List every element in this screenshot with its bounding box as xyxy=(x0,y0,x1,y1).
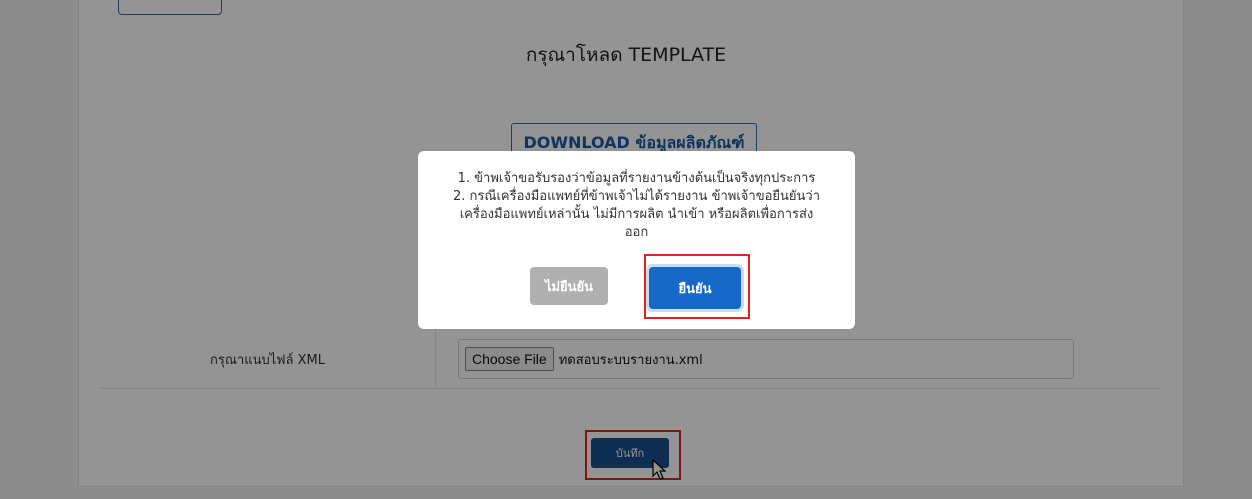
confirm-line-2: 2. กรณีเครื่องมือแพทย์ที่ข้าพเจ้าไม่ได้ร… xyxy=(453,189,820,204)
confirm-message: 1. ข้าพเจ้าขอรับรองว่าข้อมูลที่รายงานข้า… xyxy=(432,170,841,242)
cancel-button[interactable]: ไม่ยืนยัน xyxy=(530,267,608,305)
confirm-line-1: 1. ข้าพเจ้าขอรับรองว่าข้อมูลที่รายงานข้า… xyxy=(457,171,816,186)
confirm-line-3: เครื่องมือแพทย์เหล่านั้น ไม่มีการผลิต นำ… xyxy=(459,207,814,222)
confirm-dialog: 1. ข้าพเจ้าขอรับรองว่าข้อมูลที่รายงานข้า… xyxy=(418,151,855,329)
confirm-line-4: ออก xyxy=(624,225,649,240)
confirm-button[interactable]: ยืนยัน xyxy=(649,267,741,309)
